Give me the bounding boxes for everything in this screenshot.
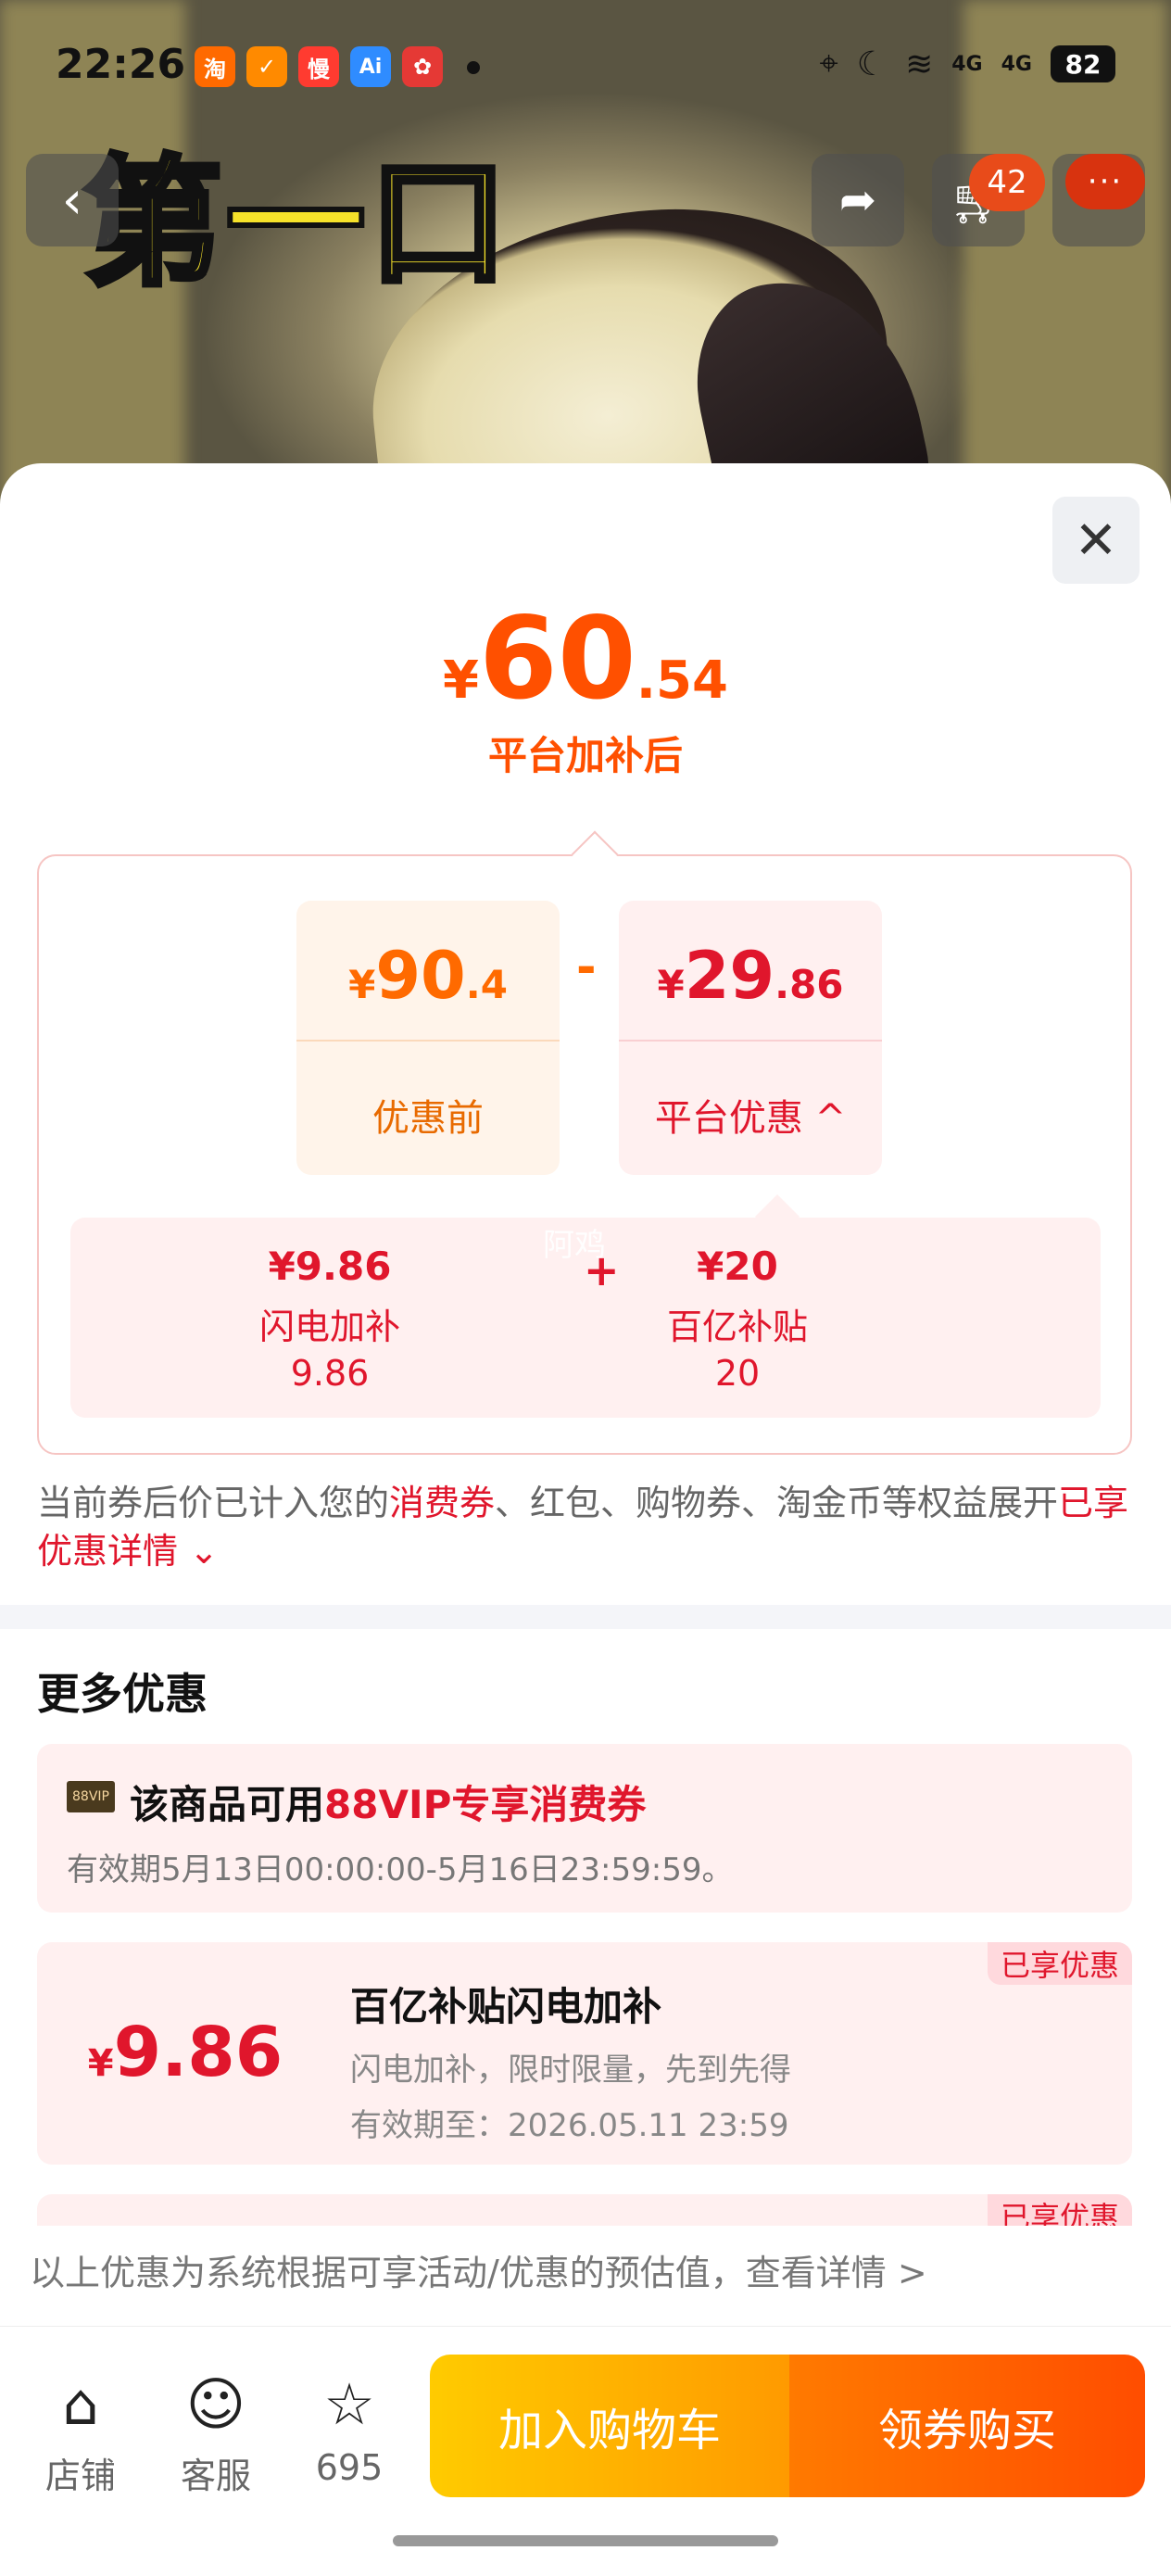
divider bbox=[296, 1040, 560, 1042]
amount-decimal: .4 bbox=[465, 962, 508, 1007]
flash-subsidy-value: ¥9.86 bbox=[268, 1244, 392, 1289]
final-price: ¥60.54 bbox=[0, 593, 1171, 725]
favorite-count: 695 bbox=[315, 2447, 384, 2488]
close-button[interactable]: ✕ bbox=[1052, 497, 1140, 584]
platform-discount-label: 平台优惠 ^ bbox=[619, 1088, 882, 1142]
final-price-label: 平台加补后 bbox=[487, 733, 683, 778]
ai-icon: Ai bbox=[350, 46, 391, 87]
note-text-2: 、红包、购物券、淘金币等权益展开 bbox=[495, 1483, 1059, 1523]
flash-subsidy-coupon[interactable]: ¥9.86 百亿补贴闪电加补 闪电加补，限时限量，先到先得 有效期至：2026.… bbox=[37, 1942, 1132, 2165]
clock: 22:26 bbox=[56, 41, 186, 88]
coupon-amount: ¥9.86 bbox=[37, 2013, 334, 2092]
price-integer: 60 bbox=[478, 593, 636, 725]
platform-discount-text: 平台优惠 bbox=[654, 1097, 803, 1140]
price-note: 当前券后价已计入您的消费券、红包、购物券、淘金币等权益展开已享优惠详情 ⌄ bbox=[37, 1479, 1130, 1575]
customer-service-label: 客服 bbox=[180, 2456, 251, 2496]
signal-icon: 4G bbox=[951, 52, 983, 76]
price-before-label: 优惠前 bbox=[372, 1097, 484, 1140]
star-icon: ☆ bbox=[323, 2370, 375, 2438]
discount-sheet: ✕ ¥60.54 平台加补后 ¥90.4 优惠前 - ¥29.86 平台优惠 ^ bbox=[0, 463, 1171, 2576]
more-icon[interactable]: ··· bbox=[1065, 154, 1145, 209]
customer-service-button[interactable]: ☺ 客服 bbox=[165, 2368, 267, 2498]
add-to-cart-button[interactable]: 加入购物车 bbox=[430, 2355, 789, 2497]
notification-icons: 淘 ✓ 慢 Ai ✿ bbox=[195, 46, 443, 87]
wifi-icon: ≋ bbox=[905, 44, 934, 83]
xianyu-icon: ✓ bbox=[246, 46, 287, 87]
favorite-button[interactable]: ☆ 695 bbox=[298, 2368, 400, 2488]
billion-subsidy-item: ¥20 百亿补贴 20 bbox=[645, 1244, 830, 1394]
section-divider bbox=[0, 1605, 1171, 1629]
note-text: 当前券后价已计入您的 bbox=[37, 1483, 390, 1523]
currency: ¥ bbox=[348, 962, 376, 1007]
home-indicator[interactable] bbox=[393, 2535, 778, 2546]
currency: ¥ bbox=[657, 962, 685, 1007]
plus-sign: + bbox=[584, 1245, 620, 1295]
claim-coupon-buy-button[interactable]: 领券购买 bbox=[789, 2355, 1145, 2497]
moon-icon: ☾ bbox=[856, 44, 888, 83]
banner-text: 第一口 bbox=[81, 141, 512, 308]
currency: ¥ bbox=[87, 2042, 114, 2085]
vip-title-highlight: 88VIP专享消费券 bbox=[324, 1782, 647, 1827]
platform-discount-amount: ¥29.86 bbox=[619, 938, 882, 1014]
chevron-down-icon[interactable]: ⌄ bbox=[189, 1531, 219, 1572]
man-icon: 慢 bbox=[298, 46, 339, 87]
system-icons: ⌖ ☾ ≋ 4G 4G 82 bbox=[820, 44, 1115, 83]
flash-subsidy-item: ¥9.86 闪电加补 9.86 bbox=[237, 1244, 422, 1394]
billion-subsidy-amount: 20 bbox=[714, 1353, 761, 1394]
vip-badge-icon: 88VIP bbox=[67, 1781, 115, 1812]
coupon-value: 9.86 bbox=[113, 2013, 283, 2092]
close-icon: ✕ bbox=[1074, 510, 1118, 571]
coupon-title: 百亿补贴闪电加补 bbox=[350, 1984, 662, 2029]
cart-count-badge: 42 bbox=[969, 154, 1045, 211]
status-bar: 22:26 淘 ✓ 慢 Ai ✿ ⌖ ☾ ≋ 4G 4G 82 bbox=[0, 0, 1171, 139]
vip-voucher-title: 该商品可用88VIP专享消费券 bbox=[130, 1774, 646, 1830]
back-button[interactable]: ‹ bbox=[26, 154, 119, 246]
disclaimer-link[interactable]: 以上优惠为系统根据可享活动/优惠的预估值，查看详情 > bbox=[30, 2244, 927, 2295]
billion-subsidy-value: ¥20 bbox=[697, 1244, 778, 1289]
consumer-voucher-link[interactable]: 消费券 bbox=[389, 1483, 495, 1523]
more-offers-title: 更多优惠 bbox=[37, 1669, 208, 1719]
divider bbox=[619, 1040, 882, 1042]
battery-icon: 82 bbox=[1051, 45, 1115, 82]
game-icon: ✿ bbox=[402, 46, 443, 87]
breakdown-pointer bbox=[571, 830, 619, 878]
chat-face-icon: ☺ bbox=[185, 2370, 246, 2438]
billion-subsidy-name: 百亿补贴 bbox=[666, 1307, 808, 1347]
chevron-left-icon: ‹ bbox=[61, 170, 83, 231]
store-icon: ⌂ bbox=[62, 2370, 99, 2438]
flash-subsidy-amount: 9.86 bbox=[290, 1353, 370, 1394]
share-icon: ➦ bbox=[838, 174, 877, 226]
platform-discount-card[interactable]: ¥29.86 平台优惠 ^ bbox=[619, 901, 882, 1175]
signal-icon-2: 4G bbox=[1001, 52, 1032, 76]
share-button[interactable]: ➦ bbox=[812, 154, 904, 246]
store-button[interactable]: ⌂ 店铺 bbox=[30, 2368, 132, 2498]
detail-pointer bbox=[754, 1193, 800, 1240]
enjoyed-badge: 已享优惠 bbox=[987, 1942, 1132, 1985]
price-before-card: ¥90.4 优惠前 bbox=[296, 901, 560, 1175]
coupon-validity: 有效期至：2026.05.11 23:59 bbox=[350, 2107, 789, 2144]
amount-integer: 29 bbox=[684, 938, 775, 1014]
price-before-amount: ¥90.4 bbox=[296, 938, 560, 1014]
chevron-up-icon: ^ bbox=[814, 1097, 847, 1140]
discount-detail: 阿鸡 ¥9.86 闪电加补 9.86 + ¥20 百亿补贴 20 bbox=[70, 1193, 1101, 1418]
coupon-description: 闪电加补，限时限量，先到先得 bbox=[350, 2052, 791, 2089]
price-decimal: .54 bbox=[636, 650, 728, 711]
taobao-icon: 淘 bbox=[195, 46, 235, 87]
minus-sign: - bbox=[576, 940, 597, 995]
amount-integer: 90 bbox=[375, 938, 466, 1014]
amount-decimal: .86 bbox=[774, 962, 844, 1007]
store-label: 店铺 bbox=[44, 2456, 116, 2496]
vip-voucher-card[interactable]: 88VIP 该商品可用88VIP专享消费券 有效期5月13日00:00:00-5… bbox=[37, 1744, 1132, 1913]
price-breakdown: ¥90.4 优惠前 - ¥29.86 平台优惠 ^ 阿鸡 ¥9.86 闪电加补 … bbox=[37, 830, 1132, 1455]
vip-title-prefix: 该商品可用 bbox=[130, 1782, 325, 1827]
location-icon: ⌖ bbox=[819, 44, 838, 82]
flash-subsidy-name: 闪电加补 bbox=[258, 1307, 400, 1347]
vip-voucher-validity: 有效期5月13日00:00:00-5月16日23:59:59。 bbox=[67, 1851, 734, 1888]
price-currency: ¥ bbox=[443, 650, 479, 711]
more-notifications-dot bbox=[467, 61, 480, 74]
